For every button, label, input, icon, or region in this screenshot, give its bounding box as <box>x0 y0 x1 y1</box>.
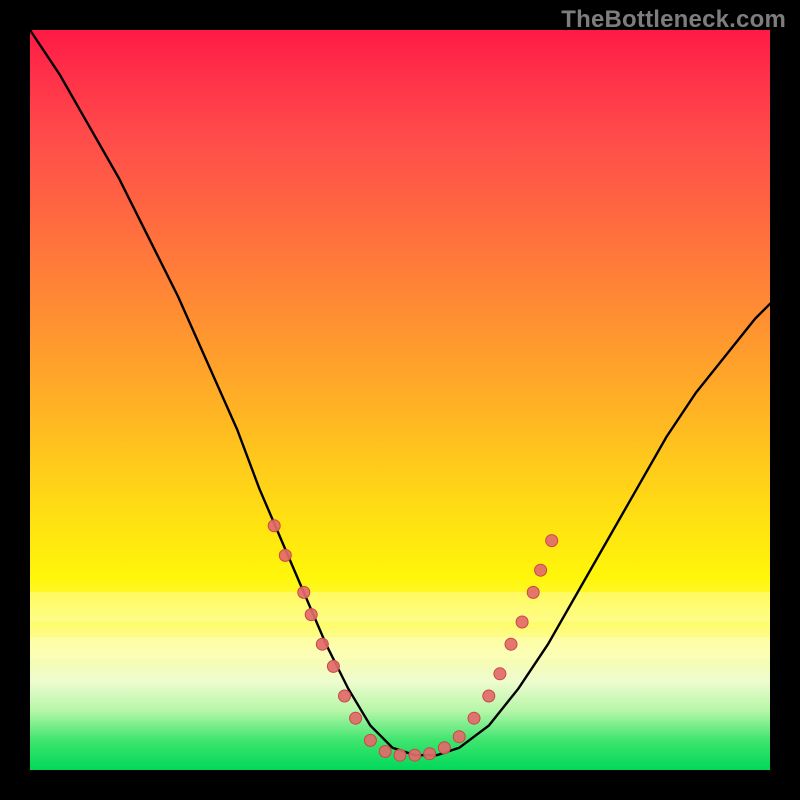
curve-markers <box>268 520 558 761</box>
chart-svg <box>30 30 770 770</box>
curve-marker <box>527 586 539 598</box>
curve-marker <box>546 535 558 547</box>
curve-marker <box>305 609 317 621</box>
curve-marker <box>350 712 362 724</box>
curve-marker <box>364 734 376 746</box>
curve-marker <box>438 742 450 754</box>
curve-marker <box>535 564 547 576</box>
curve-marker <box>468 712 480 724</box>
curve-marker <box>483 690 495 702</box>
curve-marker <box>453 731 465 743</box>
curve-marker <box>516 616 528 628</box>
curve-marker <box>424 748 436 760</box>
curve-marker <box>505 638 517 650</box>
plot-area <box>30 30 770 770</box>
curve-marker <box>268 520 280 532</box>
bottleneck-curve <box>30 30 770 755</box>
curve-marker <box>327 660 339 672</box>
curve-marker <box>298 586 310 598</box>
chart-frame: TheBottleneck.com <box>0 0 800 800</box>
curve-marker <box>316 638 328 650</box>
curve-marker <box>409 749 421 761</box>
curve-marker <box>494 668 506 680</box>
curve-marker <box>339 690 351 702</box>
curve-marker <box>394 749 406 761</box>
curve-marker <box>279 549 291 561</box>
curve-marker <box>379 746 391 758</box>
